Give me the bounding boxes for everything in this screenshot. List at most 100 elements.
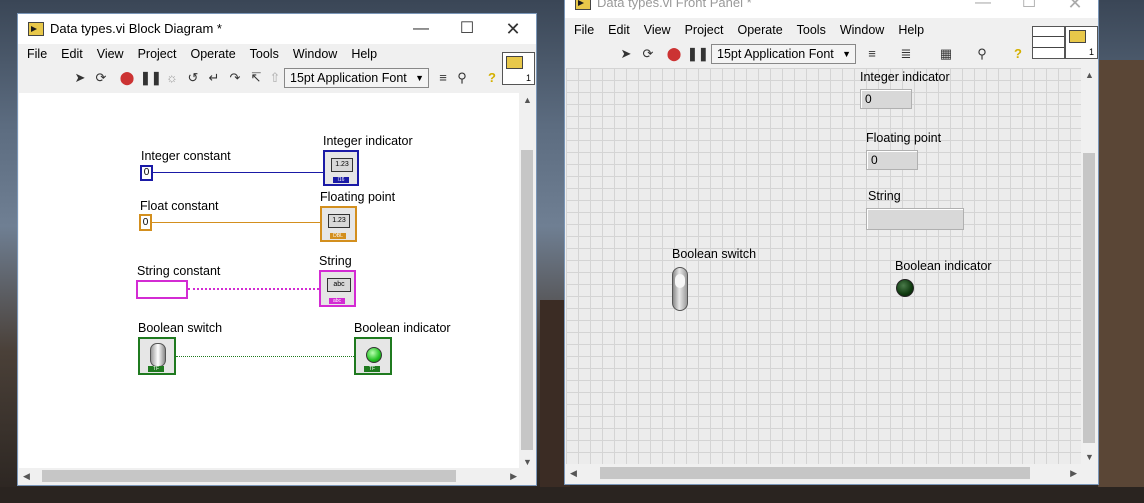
menu-file[interactable]: File [567,20,601,40]
string-constant[interactable] [136,280,188,299]
close-button[interactable]: ✕ [1052,0,1098,18]
background-street [0,487,1144,503]
minimize-button[interactable]: — [398,14,444,44]
scrollbar-thumb[interactable] [1083,153,1095,443]
string-indicator-label: String [868,189,901,203]
horizontal-scrollbar[interactable]: ◀ ▶ [19,468,521,484]
string-wire[interactable] [188,288,319,290]
help-icon[interactable]: ? [1010,46,1026,62]
scroll-left-icon[interactable]: ◀ [23,471,30,482]
string-indicator [866,208,964,230]
scroll-down-icon[interactable]: ▼ [1085,452,1094,462]
step-into-icon[interactable]: ↵ [206,70,222,86]
front-panel-canvas[interactable]: Integer indicator 0 Floating point 0 Str… [566,68,1081,464]
block-diagram-canvas[interactable]: Integer constant 0 Integer indicator 1.2… [19,93,521,469]
string-indicator-terminal[interactable]: abc abc [319,270,356,307]
menu-project[interactable]: Project [678,20,731,40]
abort-icon[interactable]: ⬤ [119,70,135,86]
floating-point-label: Floating point [866,131,942,145]
search-icon[interactable]: ⚲ [974,46,990,62]
boolean-switch-label: Boolean switch [672,247,757,261]
boolean-switch-terminal[interactable]: TF [138,337,176,375]
integer-indicator-terminal[interactable]: 1.23 I16 [323,150,359,186]
step-out-icon[interactable]: ↸ [248,70,264,86]
toolbar: ➤ ⟳ ⬤ ❚❚ ☼ ↺ ↵ ↷ ↸ ⇧ 15pt Application Fo… [18,66,536,92]
font-selector[interactable]: 15pt Application Font ▼ [284,68,429,88]
vertical-scrollbar[interactable]: ▲ ▼ [519,93,535,469]
minimize-button[interactable]: — [960,0,1006,18]
font-selector[interactable]: 15pt Application Font ▼ [711,44,856,64]
labview-app-icon [575,0,591,10]
vi-icon[interactable]: 1 [502,52,535,85]
help-icon[interactable]: ? [484,70,500,86]
align-objects-icon[interactable]: ≡ [435,70,451,86]
floating-point-indicator: 0 [866,150,918,170]
menu-file[interactable]: File [20,44,54,64]
maximize-button[interactable]: ☐ [444,14,490,44]
abort-icon[interactable]: ⬤ [666,46,682,62]
window-title: Data types.vi Front Panel * [597,0,752,10]
floating-point-indicator-terminal[interactable]: 1.23 DBL [320,206,357,242]
clean-up-icon[interactable]: ⇧ [267,70,283,86]
integer-indicator-label: Integer indicator [860,70,950,84]
horizontal-scrollbar[interactable]: ◀ ▶ [566,465,1081,481]
floating-point-label: Floating point [320,190,396,204]
menu-help[interactable]: Help [344,44,384,64]
boolean-switch-label: Boolean switch [138,321,223,335]
scroll-down-icon[interactable]: ▼ [523,457,532,467]
vi-icon[interactable]: 1 [1065,26,1098,59]
scroll-left-icon[interactable]: ◀ [570,468,577,479]
integer-indicator: 0 [860,89,912,109]
pause-icon[interactable]: ❚❚ [687,46,709,62]
retain-wire-values-icon[interactable]: ↺ [185,70,201,86]
scrollbar-thumb[interactable] [42,470,456,482]
menu-help[interactable]: Help [891,20,931,40]
float-type-tag: DBL [330,233,346,239]
boolean-indicator-terminal[interactable]: TF [354,337,392,375]
float-wire[interactable] [152,222,320,223]
distribute-objects-icon[interactable]: ≣ [898,46,914,62]
float-constant[interactable]: 0 [139,214,152,231]
run-arrow-icon[interactable]: ➤ [72,70,88,86]
chevron-down-icon: ▼ [842,49,851,59]
scroll-right-icon[interactable]: ▶ [510,471,517,482]
step-over-icon[interactable]: ↷ [227,70,243,86]
menu-edit[interactable]: Edit [601,20,637,40]
highlight-execution-icon[interactable]: ☼ [164,70,180,86]
menu-view[interactable]: View [90,44,131,64]
scroll-up-icon[interactable]: ▲ [1085,70,1094,80]
menu-operate[interactable]: Operate [730,20,789,40]
close-button[interactable]: ✕ [490,14,536,44]
title-bar[interactable]: Data types.vi Block Diagram * — ☐ ✕ [18,14,536,44]
menu-window[interactable]: Window [833,20,891,40]
menu-window[interactable]: Window [286,44,344,64]
string-constant-label: String constant [137,264,221,278]
menu-operate[interactable]: Operate [183,44,242,64]
floating-point-indicator-glyph: 1.23 [328,214,350,228]
connector-pane-icon[interactable] [1032,26,1065,59]
menu-tools[interactable]: Tools [243,44,286,64]
scrollbar-thumb[interactable] [521,150,533,450]
run-arrow-icon[interactable]: ➤ [618,46,634,62]
scroll-up-icon[interactable]: ▲ [523,95,532,105]
string-indicator-label: String [319,254,352,268]
pause-icon[interactable]: ❚❚ [140,70,162,86]
boolean-wire[interactable] [176,356,354,357]
menu-project[interactable]: Project [131,44,184,64]
title-bar[interactable]: Data types.vi Front Panel * — ☐ ✕ [565,0,1098,18]
menu-edit[interactable]: Edit [54,44,90,64]
scrollbar-thumb[interactable] [600,467,1030,479]
scroll-right-icon[interactable]: ▶ [1070,468,1077,479]
run-continuously-icon[interactable]: ⟳ [640,46,656,62]
integer-constant[interactable]: 0 [140,165,153,181]
run-continuously-icon[interactable]: ⟳ [93,70,109,86]
integer-wire[interactable] [153,172,323,173]
menu-view[interactable]: View [637,20,678,40]
maximize-button[interactable]: ☐ [1006,0,1052,18]
reorder-icon[interactable]: ▦ [938,46,954,62]
search-icon[interactable]: ⚲ [454,70,470,86]
vertical-scrollbar[interactable]: ▲ ▼ [1081,68,1097,464]
boolean-toggle-switch[interactable] [672,267,688,311]
align-objects-icon[interactable]: ≡ [864,46,880,62]
menu-tools[interactable]: Tools [790,20,833,40]
